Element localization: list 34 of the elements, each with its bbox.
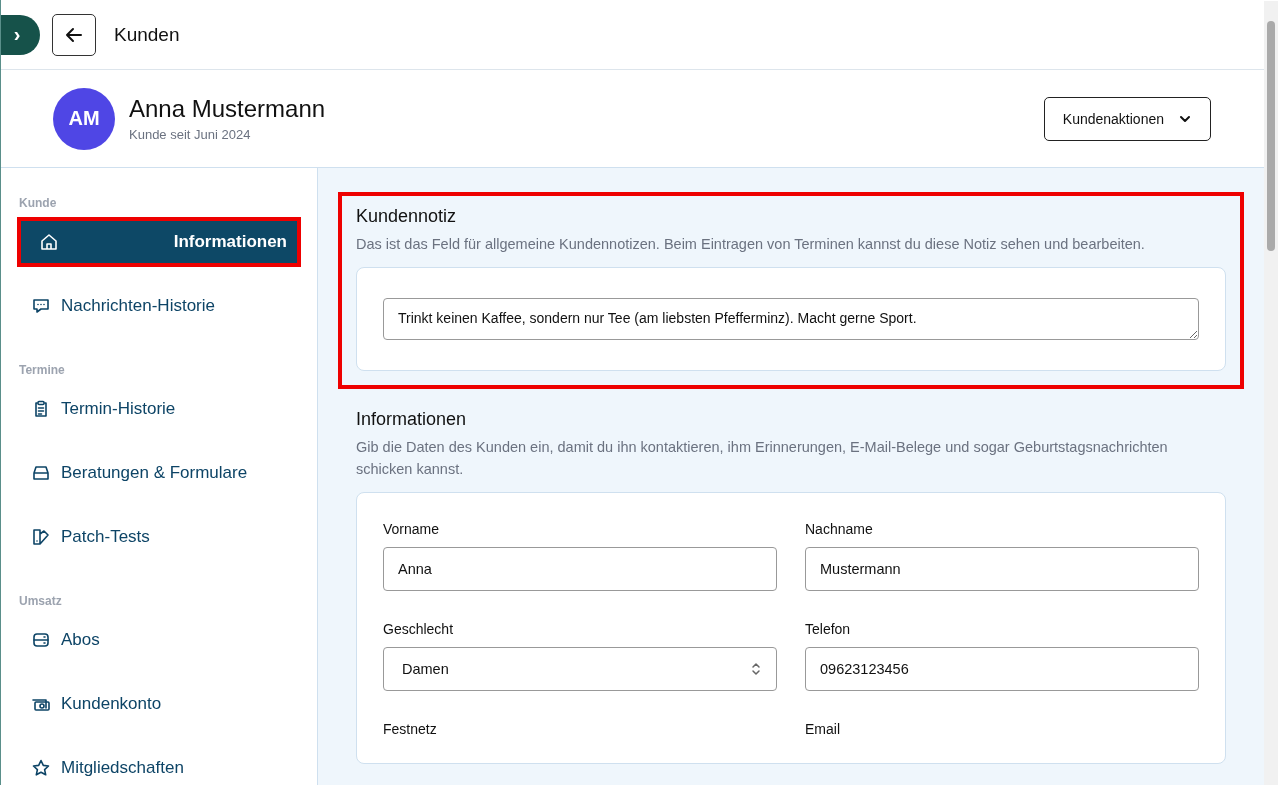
back-button[interactable] bbox=[52, 13, 96, 56]
swatch-icon bbox=[31, 527, 51, 547]
sidebar-section-title: Umsatz bbox=[19, 594, 63, 608]
avatar: AM bbox=[53, 87, 115, 150]
customer-actions-button[interactable]: Kundenaktionen bbox=[1043, 96, 1211, 141]
up-down-chevron-icon bbox=[750, 661, 762, 677]
section-title: Informationen bbox=[356, 409, 468, 430]
section-description: Das ist das Feld für allgemeine Kundennotizen. Beim Eintragen von Terminen kannst du diese Notiz sehen und bearbeiten. bbox=[356, 235, 1146, 254]
text-input-field[interactable]: Mustermann bbox=[805, 547, 1199, 591]
field-label: Geschlecht bbox=[383, 621, 455, 637]
customer-name: Anna Mustermann bbox=[129, 95, 327, 123]
text-input-field[interactable]: Anna bbox=[383, 547, 777, 591]
field-label: Vorname bbox=[383, 521, 441, 537]
star-icon bbox=[31, 758, 51, 778]
section-title: Kundennotiz bbox=[356, 206, 458, 227]
chat-bubble-icon bbox=[31, 296, 51, 316]
server-icon bbox=[31, 630, 51, 650]
section-description: Gib die Daten des Kunden ein, damit du ihn kontaktieren, ihm Erinnerungen, E-Mail-Belege und sogar Geburtstagsnachrichten schicken kannst. bbox=[356, 438, 1169, 479]
note-input-field[interactable]: Trinkt keinen Kaffee, sondern nur Tee (am liebsten Pfefferminz). Macht gerne Sport. bbox=[383, 298, 1199, 340]
page-title: Kunden bbox=[114, 23, 180, 46]
scrollbar[interactable] bbox=[1264, 1, 1278, 785]
sidebar-section-title: Termine bbox=[19, 363, 66, 377]
sidebar-section-title: Kunde bbox=[19, 196, 58, 210]
sidebar-item[interactable]: Informationen bbox=[21, 221, 297, 263]
field-label: Email bbox=[805, 721, 841, 737]
text-input-field[interactable]: 09623123456 bbox=[805, 647, 1199, 691]
field-label: Telefon bbox=[805, 621, 852, 637]
sidebar-toggle-button[interactable]: › bbox=[1, 14, 40, 55]
select-field[interactable]: Damen bbox=[383, 647, 777, 691]
house-icon bbox=[39, 232, 59, 252]
customer-since: Kunde seit Juni 2024 bbox=[129, 127, 252, 142]
field-label: Festnetz bbox=[383, 721, 438, 737]
tray-icon bbox=[31, 463, 51, 483]
field-label: Nachname bbox=[805, 521, 874, 537]
